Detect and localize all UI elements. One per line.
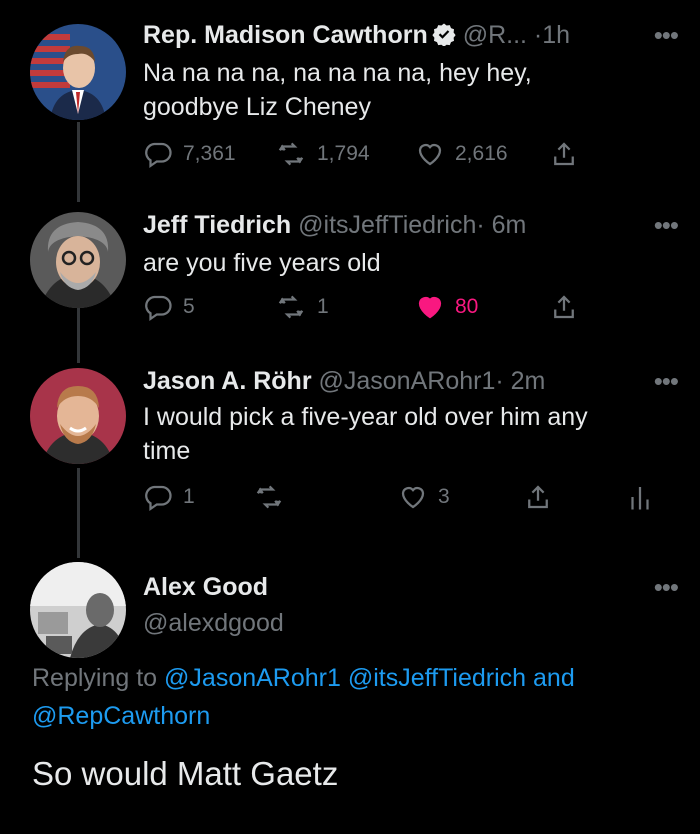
share-icon: [523, 482, 553, 512]
mention-link[interactable]: @RepCawthorn: [32, 702, 210, 730]
tweet-header: Rep. Madison Cawthorn @R... ·1h: [143, 18, 570, 55]
tweet[interactable]: Rep. Madison Cawthorn @R... ·1h ••• Na n…: [0, 0, 700, 200]
reply-button[interactable]: 1: [143, 482, 195, 512]
tweet-text-line: are you five years old: [143, 249, 381, 277]
retweet-icon: [275, 139, 307, 169]
display-name[interactable]: Rep. Madison Cawthorn: [143, 21, 428, 49]
reply-count: 7,361: [183, 142, 236, 165]
tweet-text: I would pick a five-year old over him an…: [143, 400, 673, 468]
retweet-icon: [275, 292, 307, 322]
main-tweet: Alex Good @alexdgood ••• Replying to @Ja…: [0, 550, 700, 834]
avatar[interactable]: [30, 562, 126, 658]
replying-to: Replying to @JasonARohr1 @itsJeffTiedric…: [32, 659, 672, 735]
action-bar: 1 3: [143, 482, 663, 516]
more-icon[interactable]: •••: [654, 572, 679, 603]
like-icon: [415, 139, 445, 169]
like-button[interactable]: 80: [415, 292, 478, 322]
mention-link[interactable]: @itsJeffTiedrich: [348, 664, 526, 692]
tweet-header: Jeff Tiedrich @itsJeffTiedrich· 6m: [143, 208, 526, 242]
retweet-button[interactable]: 1,794: [275, 139, 370, 169]
more-icon[interactable]: •••: [654, 366, 679, 397]
action-bar: 5 1 80: [143, 292, 603, 326]
timestamp[interactable]: 6m: [492, 211, 527, 239]
separator-dot: ·: [476, 211, 485, 239]
retweet-button[interactable]: 1: [275, 292, 329, 322]
display-name[interactable]: Jason A. Röhr: [143, 367, 312, 395]
more-icon[interactable]: •••: [654, 20, 679, 51]
reply-button[interactable]: 5: [143, 292, 195, 322]
share-button[interactable]: [523, 482, 553, 512]
retweet-count: 1,794: [317, 142, 370, 165]
retweet-button[interactable]: [253, 482, 285, 512]
share-button[interactable]: [549, 292, 579, 322]
tweet-text: So would Matt Gaetz: [32, 755, 339, 792]
reply-count: 1: [183, 485, 195, 508]
separator-dot: ·: [533, 21, 543, 49]
like-count: 2,616: [455, 142, 508, 165]
more-icon[interactable]: •••: [654, 210, 679, 241]
display-name[interactable]: Alex Good: [143, 570, 268, 604]
share-button[interactable]: [549, 139, 579, 169]
analytics-button[interactable]: [627, 482, 653, 512]
like-button[interactable]: 2,616: [415, 139, 508, 169]
verified-icon: [432, 21, 456, 55]
tweet-text: are you five years old: [143, 246, 673, 280]
tweet[interactable]: Jeff Tiedrich @itsJeffTiedrich· 6m ••• a…: [0, 200, 700, 360]
tweet[interactable]: Jason A. Röhr @JasonARohr1· 2m ••• I wou…: [0, 360, 700, 550]
tweet-text-line: Na na na na, na na na na, hey hey,: [143, 59, 532, 87]
replying-to-label: Replying to: [32, 664, 158, 692]
like-count: 3: [438, 485, 450, 508]
like-icon: [415, 292, 445, 322]
user-handle[interactable]: @JasonARohr1: [319, 367, 496, 395]
avatar[interactable]: [30, 24, 126, 120]
like-button[interactable]: 3: [398, 482, 450, 512]
like-count: 80: [455, 295, 479, 318]
timestamp[interactable]: 1h: [542, 21, 570, 49]
reply-icon: [143, 139, 173, 169]
like-icon: [398, 482, 428, 512]
reply-button[interactable]: 7,361: [143, 139, 236, 169]
tweet-text-line: time: [143, 437, 191, 465]
avatar[interactable]: [30, 368, 126, 464]
tweet-text-line: I would pick a five-year old over him an…: [143, 403, 588, 431]
tweet-text-line: goodbye Liz Cheney: [143, 93, 371, 121]
user-handle[interactable]: @itsJeffTiedrich: [298, 211, 476, 239]
retweet-icon: [253, 482, 285, 512]
share-icon: [549, 139, 579, 169]
share-icon: [549, 292, 579, 322]
display-name[interactable]: Jeff Tiedrich: [143, 211, 291, 239]
user-handle[interactable]: @R...: [463, 21, 527, 49]
retweet-count: 1: [317, 295, 329, 318]
mention-and-link[interactable]: and: [533, 664, 575, 692]
action-bar: 7,361 1,794 2,616: [143, 139, 603, 173]
reply-icon: [143, 292, 173, 322]
reply-icon: [143, 482, 173, 512]
avatar[interactable]: [30, 212, 126, 308]
analytics-icon: [627, 482, 653, 512]
tweet-header: Jason A. Röhr @JasonARohr1· 2m: [143, 364, 545, 398]
reply-count: 5: [183, 295, 195, 318]
mention-link[interactable]: @JasonARohr1: [164, 664, 341, 692]
timestamp[interactable]: 2m: [511, 367, 546, 395]
user-handle[interactable]: @alexdgood: [143, 606, 284, 640]
separator-dot: ·: [495, 367, 504, 395]
tweet-text: Na na na na, na na na na, hey hey, goodb…: [143, 56, 673, 124]
